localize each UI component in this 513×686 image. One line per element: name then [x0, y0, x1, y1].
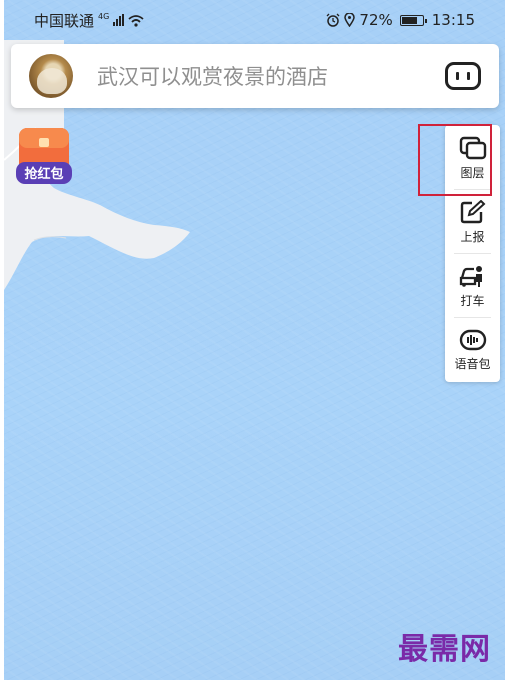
red-packet-button[interactable]: 抢红包: [14, 126, 74, 188]
voice-pack-icon: [459, 329, 486, 350]
avatar[interactable]: [29, 54, 73, 98]
report-label: 上报: [460, 229, 485, 244]
taxi-label: 打车: [460, 293, 485, 308]
voice-pack-button[interactable]: 语音包: [445, 319, 500, 381]
divider: [454, 317, 491, 318]
status-bar: 中国联通 4G 72% 13:15: [4, 0, 505, 40]
clock-time: 13:15: [431, 11, 475, 29]
wifi-icon: [128, 14, 144, 27]
search-input[interactable]: 武汉可以观赏夜景的酒店: [97, 61, 445, 91]
voice-pack-label: 语音包: [454, 356, 491, 371]
taxi-icon: [459, 265, 482, 287]
search-bar[interactable]: 武汉可以观赏夜景的酒店: [11, 44, 499, 108]
phone-screen: 中国联通 4G 72% 13:15 武汉可以观赏夜景的酒店 抢红包 图层 上报 …: [4, 0, 505, 680]
report-button[interactable]: 上报: [445, 191, 500, 253]
layers-highlight-box: [418, 124, 492, 196]
watermark: 最需网: [398, 632, 491, 667]
battery-icon: [399, 14, 427, 26]
carrier-label: 中国联通: [34, 11, 95, 30]
signal-icon: [113, 14, 125, 26]
taxi-button[interactable]: 打车: [445, 255, 500, 317]
report-edit-icon: [460, 199, 485, 223]
location-icon: [344, 13, 356, 27]
divider: [454, 253, 491, 254]
alarm-icon: [326, 13, 340, 27]
voice-assistant-icon[interactable]: [445, 62, 481, 90]
network-type: 4G: [98, 11, 110, 21]
battery-percent: 72%: [359, 11, 393, 29]
red-packet-label: 抢红包: [24, 166, 63, 182]
